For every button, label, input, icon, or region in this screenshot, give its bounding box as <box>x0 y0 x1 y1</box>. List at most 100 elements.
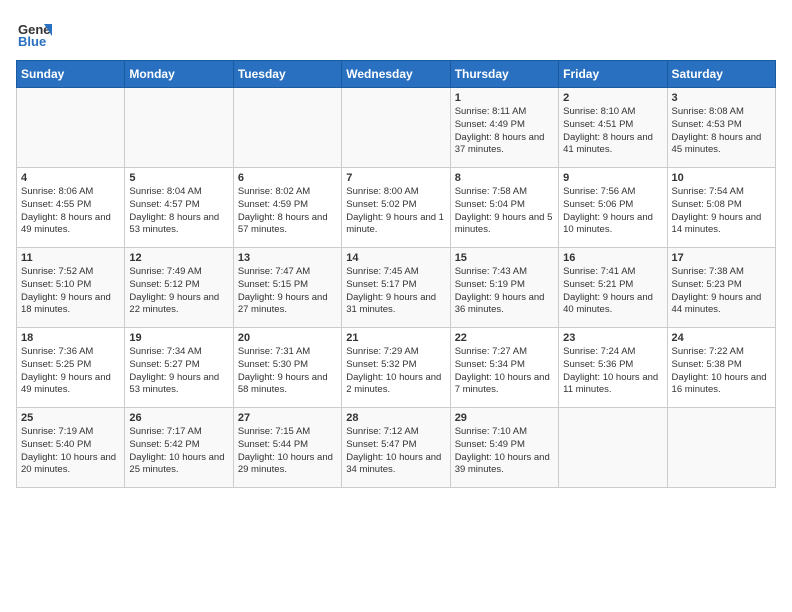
day-number: 1 <box>455 92 554 104</box>
header-monday: Monday <box>125 61 233 88</box>
calendar-cell: 10Sunrise: 7:54 AM Sunset: 5:08 PM Dayli… <box>667 168 775 248</box>
cell-content: Sunrise: 7:56 AM Sunset: 5:06 PM Dayligh… <box>563 186 662 237</box>
calendar-cell <box>125 88 233 168</box>
calendar-cell: 3Sunrise: 8:08 AM Sunset: 4:53 PM Daylig… <box>667 88 775 168</box>
calendar-cell: 26 Sunrise: 7:17 AM Sunset: 5:42 PM Dayli… <box>125 408 233 488</box>
day-number: 26 <box>129 412 228 424</box>
cell-content: Sunrise: 7:34 AM Sunset: 5:27 PM Dayligh… <box>129 346 228 397</box>
calendar-cell: 9 Sunrise: 7:56 AM Sunset: 5:06 PM Daylig… <box>559 168 667 248</box>
cell-content: Sunrise: 7:43 AM Sunset: 5:19 PM Dayligh… <box>455 266 554 317</box>
cell-content: Sunrise: 7:27 AM Sunset: 5:34 PM Dayligh… <box>455 346 554 397</box>
cell-content: Sunrise: 7:22 AM Sunset: 5:38 PM Dayligh… <box>672 346 771 397</box>
calendar-cell: 24 Sunrise: 7:22 AM Sunset: 5:38 PM Dayli… <box>667 328 775 408</box>
header-wednesday: Wednesday <box>342 61 450 88</box>
calendar-cell: 17 Sunrise: 7:38 AM Sunset: 5:23 PM Dayli… <box>667 248 775 328</box>
cell-content: Sunrise: 7:52 AM Sunset: 5:10 PM Dayligh… <box>21 266 120 317</box>
calendar-cell: 13 Sunrise: 7:47 AM Sunset: 5:15 PM Dayli… <box>233 248 341 328</box>
day-number: 21 <box>346 332 445 344</box>
calendar-cell: 11Sunrise: 7:52 AM Sunset: 5:10 PM Dayli… <box>17 248 125 328</box>
day-number: 27 <box>238 412 337 424</box>
calendar-cell: 2 Sunrise: 8:10 AM Sunset: 4:51 PM Daylig… <box>559 88 667 168</box>
calendar-cell: 16 Sunrise: 7:41 AM Sunset: 5:21 PM Dayli… <box>559 248 667 328</box>
calendar-cell: 15 Sunrise: 7:43 AM Sunset: 5:19 PM Dayli… <box>450 248 558 328</box>
day-number: 17 <box>672 252 771 264</box>
calendar-cell: 4 Sunrise: 8:06 AM Sunset: 4:55 PM Daylig… <box>17 168 125 248</box>
day-number: 15 <box>455 252 554 264</box>
calendar-cell: 29Sunrise: 7:10 AM Sunset: 5:49 PM Dayli… <box>450 408 558 488</box>
calendar-cell <box>17 88 125 168</box>
cell-content: Sunrise: 7:47 AM Sunset: 5:15 PM Dayligh… <box>238 266 337 317</box>
day-number: 20 <box>238 332 337 344</box>
cell-content: Sunrise: 7:17 AM Sunset: 5:42 PM Dayligh… <box>129 426 228 477</box>
cell-content: Sunrise: 7:31 AM Sunset: 5:30 PM Dayligh… <box>238 346 337 397</box>
cell-content: Sunrise: 8:11 AM Sunset: 4:49 PM Dayligh… <box>455 106 554 157</box>
calendar-cell: 1 Sunrise: 8:11 AM Sunset: 4:49 PM Daylig… <box>450 88 558 168</box>
calendar-cell: 18Sunrise: 7:36 AM Sunset: 5:25 PM Dayli… <box>17 328 125 408</box>
calendar-week-1: 1 Sunrise: 8:11 AM Sunset: 4:49 PM Daylig… <box>17 88 776 168</box>
cell-content: Sunrise: 7:29 AM Sunset: 5:32 PM Dayligh… <box>346 346 445 397</box>
calendar-cell: 14 Sunrise: 7:45 AM Sunset: 5:17 PM Dayli… <box>342 248 450 328</box>
cell-content: Sunrise: 8:04 AM Sunset: 4:57 PM Dayligh… <box>129 186 228 237</box>
day-number: 25 <box>21 412 120 424</box>
calendar-cell: 20 Sunrise: 7:31 AM Sunset: 5:30 PM Dayli… <box>233 328 341 408</box>
calendar-cell: 8 Sunrise: 7:58 AM Sunset: 5:04 PM Daylig… <box>450 168 558 248</box>
cell-content: Sunrise: 7:24 AM Sunset: 5:36 PM Dayligh… <box>563 346 662 397</box>
cell-content: Sunrise: 8:06 AM Sunset: 4:55 PM Dayligh… <box>21 186 120 237</box>
calendar-cell: 22 Sunrise: 7:27 AM Sunset: 5:34 PM Dayli… <box>450 328 558 408</box>
day-number: 5 <box>129 172 228 184</box>
cell-content: Sunrise: 7:12 AM Sunset: 5:47 PM Dayligh… <box>346 426 445 477</box>
day-number: 16 <box>563 252 662 264</box>
day-number: 3 <box>672 92 771 104</box>
day-number: 14 <box>346 252 445 264</box>
day-number: 28 <box>346 412 445 424</box>
calendar-cell: 5 Sunrise: 8:04 AM Sunset: 4:57 PM Daylig… <box>125 168 233 248</box>
day-number: 2 <box>563 92 662 104</box>
cell-content: Sunrise: 7:19 AM Sunset: 5:40 PM Dayligh… <box>21 426 120 477</box>
header-thursday: Thursday <box>450 61 558 88</box>
calendar-cell <box>233 88 341 168</box>
calendar-cell: 19 Sunrise: 7:34 AM Sunset: 5:27 PM Dayli… <box>125 328 233 408</box>
calendar-cell: 12 Sunrise: 7:49 AM Sunset: 5:12 PM Dayli… <box>125 248 233 328</box>
calendar-cell: 28 Sunrise: 7:12 AM Sunset: 5:47 PM Dayli… <box>342 408 450 488</box>
cell-content: Sunrise: 8:02 AM Sunset: 4:59 PM Dayligh… <box>238 186 337 237</box>
day-number: 6 <box>238 172 337 184</box>
cell-content: Sunrise: 7:38 AM Sunset: 5:23 PM Dayligh… <box>672 266 771 317</box>
calendar-header-row: SundayMondayTuesdayWednesdayThursdayFrid… <box>17 61 776 88</box>
day-number: 13 <box>238 252 337 264</box>
header-saturday: Saturday <box>667 61 775 88</box>
day-number: 24 <box>672 332 771 344</box>
calendar-cell: 25 Sunrise: 7:19 AM Sunset: 5:40 PM Dayli… <box>17 408 125 488</box>
day-number: 19 <box>129 332 228 344</box>
day-number: 12 <box>129 252 228 264</box>
calendar-week-4: 18Sunrise: 7:36 AM Sunset: 5:25 PM Dayli… <box>17 328 776 408</box>
header: General Blue <box>16 16 776 52</box>
calendar-cell: 27 Sunrise: 7:15 AM Sunset: 5:44 PM Dayli… <box>233 408 341 488</box>
day-number: 8 <box>455 172 554 184</box>
cell-content: Sunrise: 7:15 AM Sunset: 5:44 PM Dayligh… <box>238 426 337 477</box>
calendar-cell: 21 Sunrise: 7:29 AM Sunset: 5:32 PM Dayli… <box>342 328 450 408</box>
cell-content: Sunrise: 8:00 AM Sunset: 5:02 PM Dayligh… <box>346 186 445 237</box>
logo-icon: General Blue <box>16 16 52 52</box>
calendar-week-3: 11Sunrise: 7:52 AM Sunset: 5:10 PM Dayli… <box>17 248 776 328</box>
day-number: 23 <box>563 332 662 344</box>
cell-content: Sunrise: 8:10 AM Sunset: 4:51 PM Dayligh… <box>563 106 662 157</box>
day-number: 29 <box>455 412 554 424</box>
header-friday: Friday <box>559 61 667 88</box>
day-number: 18 <box>21 332 120 344</box>
calendar-cell: 6 Sunrise: 8:02 AM Sunset: 4:59 PM Daylig… <box>233 168 341 248</box>
calendar-cell <box>667 408 775 488</box>
svg-text:Blue: Blue <box>18 34 46 49</box>
cell-content: Sunrise: 7:45 AM Sunset: 5:17 PM Dayligh… <box>346 266 445 317</box>
day-number: 7 <box>346 172 445 184</box>
cell-content: Sunrise: 7:41 AM Sunset: 5:21 PM Dayligh… <box>563 266 662 317</box>
day-number: 22 <box>455 332 554 344</box>
cell-content: Sunrise: 7:49 AM Sunset: 5:12 PM Dayligh… <box>129 266 228 317</box>
cell-content: Sunrise: 7:54 AM Sunset: 5:08 PM Dayligh… <box>672 186 771 237</box>
header-tuesday: Tuesday <box>233 61 341 88</box>
calendar-cell: 23 Sunrise: 7:24 AM Sunset: 5:36 PM Dayli… <box>559 328 667 408</box>
day-number: 4 <box>21 172 120 184</box>
logo: General Blue <box>16 16 52 52</box>
day-number: 9 <box>563 172 662 184</box>
cell-content: Sunrise: 7:58 AM Sunset: 5:04 PM Dayligh… <box>455 186 554 237</box>
calendar-week-5: 25 Sunrise: 7:19 AM Sunset: 5:40 PM Dayli… <box>17 408 776 488</box>
